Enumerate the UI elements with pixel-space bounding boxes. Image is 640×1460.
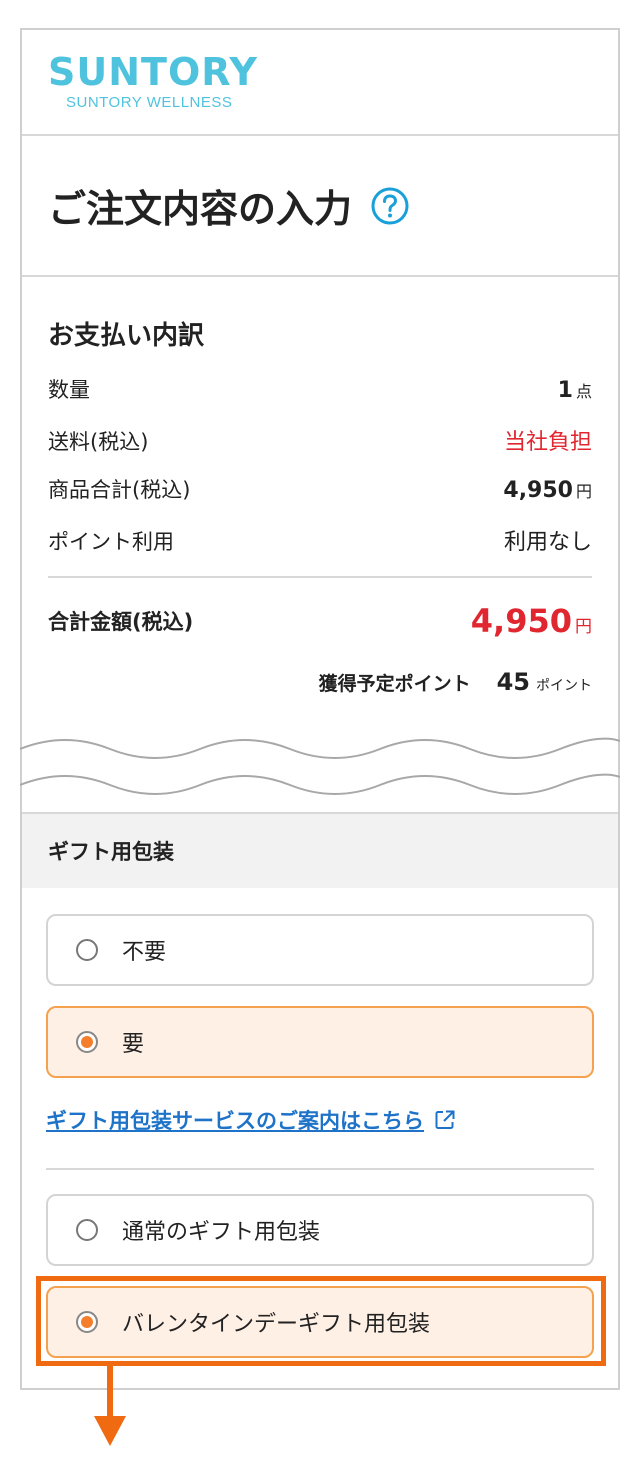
quantity-label: 数量 (48, 378, 90, 402)
option-label: 通常のギフト用包装 (122, 1220, 321, 1245)
divider (46, 1168, 594, 1170)
payment-breakdown: お支払い内訳 数量 1点 送料(税込) 当社負担 商品合計(税込) 4,950 円… (20, 277, 620, 812)
wrap-option-none[interactable]: 不要 (46, 914, 594, 986)
payment-title: お支払い内訳 (48, 321, 205, 351)
site-header: SUNTORY SUNTORY WELLNESS (22, 30, 618, 136)
earned-points-unit: ポイント (536, 678, 592, 694)
total-unit: 円 (575, 617, 592, 637)
down-arrow-icon (94, 1364, 126, 1446)
option-label: 不要 (122, 940, 167, 965)
wrap-type-standard[interactable]: 通常のギフト用包装 (46, 1194, 594, 1266)
shipping-row: 送料(税込) 当社負担 (48, 424, 592, 474)
gift-guide-link-text[interactable]: ギフト用包装サービスのご案内はこちら (46, 1105, 424, 1135)
points-use-row: ポイント利用 利用なし (48, 524, 592, 574)
radio-button-checked[interactable] (76, 1031, 98, 1053)
page-title: ご注文内容の入力 (48, 187, 353, 231)
total-row: 合計金額(税込) 4,950 円 (48, 578, 592, 664)
quantity-value: 1 (557, 378, 573, 403)
gift-guide-link[interactable]: ギフト用包装サービスのご案内はこちら (46, 1098, 594, 1142)
total-value: 4,950 (470, 602, 572, 640)
page-frame: SUNTORY SUNTORY WELLNESS ご注文内容の入力 お支払い内訳… (20, 28, 620, 1390)
shipping-value: 当社負担 (503, 430, 592, 455)
quantity-row: 数量 1点 (48, 374, 592, 424)
subtotal-label: 商品合計(税込) (48, 478, 191, 502)
subtotal-row: 商品合計(税込) 4,950 円 (48, 474, 592, 524)
radio-button[interactable] (76, 1219, 98, 1241)
total-label: 合計金額(税込) (48, 610, 194, 634)
page-title-row: ご注文内容の入力 (22, 136, 618, 277)
highlight-box (36, 1276, 606, 1366)
points-use-label: ポイント利用 (48, 530, 174, 554)
subtotal-unit: 円 (575, 482, 592, 501)
external-link-icon (435, 1110, 455, 1129)
logo-subtitle: SUNTORY WELLNESS (66, 94, 233, 111)
earned-points-label: 獲得予定ポイント (318, 673, 471, 695)
question-circle-icon[interactable] (370, 186, 410, 226)
wrap-option-required[interactable]: 要 (46, 1006, 594, 1078)
gift-section-title: ギフト用包装 (22, 812, 618, 888)
earned-points-row: 獲得予定ポイント 45 ポイント (48, 668, 592, 712)
points-use-value: 利用なし (503, 530, 592, 555)
radio-button[interactable] (76, 939, 98, 961)
wavy-divider (20, 737, 620, 795)
quantity-unit: 点 (575, 382, 592, 401)
option-label: 要 (122, 1032, 145, 1057)
subtotal-value: 4,950 (503, 478, 573, 503)
shipping-label: 送料(税込) (48, 430, 149, 454)
earned-points-value: 45 (496, 668, 530, 696)
suntory-logo[interactable]: SUNTORY (48, 52, 618, 92)
